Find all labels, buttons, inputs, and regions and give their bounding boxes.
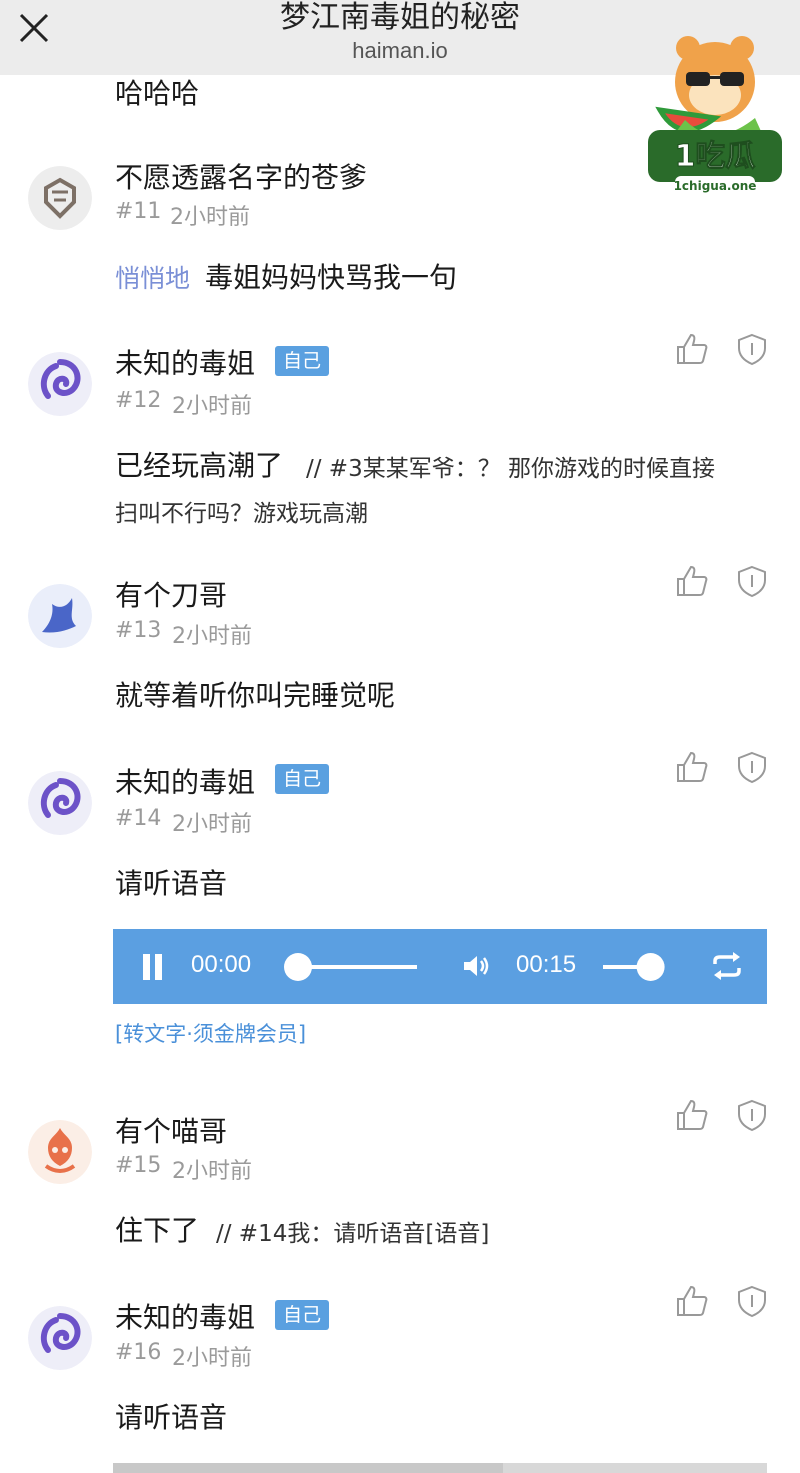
comment-time: 2小时前: [172, 1346, 252, 1371]
shield-icon[interactable]: [735, 1098, 769, 1132]
avatar[interactable]: [28, 771, 92, 835]
quoted-reply: // #3某某军爷：？ 那你游戏的时候直接: [306, 456, 716, 482]
comment-floor: #12: [115, 388, 162, 413]
audio-player: 00:00 00:15: [113, 929, 767, 1004]
comment-time: 2小时前: [170, 205, 250, 230]
self-badge: 自己: [275, 764, 330, 794]
avatar[interactable]: [28, 352, 92, 416]
avatar[interactable]: [28, 166, 92, 230]
username[interactable]: 未知的毒姐: [115, 342, 255, 382]
thumbs-up-icon[interactable]: [675, 750, 709, 784]
avatar[interactable]: [28, 1306, 92, 1370]
comment-text: 就等着听你叫完睡觉呢: [115, 679, 396, 712]
thumbs-up-icon[interactable]: [675, 1098, 709, 1132]
transcribe-link[interactable]: [转文字·须金牌会员]: [115, 1018, 306, 1048]
audio-current-time: 00:00: [191, 951, 252, 978]
comment-time: 2小时前: [172, 394, 252, 419]
watermark-brand: 1吃瓜: [675, 139, 756, 174]
comment-time: 2小时前: [172, 1159, 252, 1184]
thumbs-up-icon[interactable]: [675, 332, 709, 366]
comment-floor: #13: [115, 618, 162, 643]
audio-player-partial: [113, 1463, 767, 1473]
watermark-site: 1chigua.one: [674, 179, 757, 193]
audio-progress-slider[interactable]: [281, 951, 421, 983]
comment-text-prev: 哈哈哈: [115, 77, 200, 110]
comment-time: 2小时前: [172, 812, 252, 837]
username[interactable]: 有个刀哥: [115, 574, 227, 614]
volume-icon[interactable]: [462, 953, 492, 979]
watermark-logo: 1吃瓜 1chigua.one: [648, 36, 782, 194]
avatar[interactable]: [28, 584, 92, 648]
shield-icon[interactable]: [735, 1284, 769, 1318]
username[interactable]: 未知的毒姐: [115, 761, 255, 801]
volume-slider[interactable]: [601, 951, 671, 983]
repeat-icon[interactable]: [711, 951, 743, 981]
self-badge: 自己: [275, 1300, 330, 1330]
comment-text: 请听语音: [115, 867, 228, 900]
audio-duration: 00:15: [516, 951, 577, 978]
quoted-reply-cont: 扫叫不行吗？游戏玩高潮: [115, 501, 368, 527]
username[interactable]: 不愿透露名字的苍爹: [115, 156, 367, 196]
comment-time: 2小时前: [172, 624, 252, 649]
comment-text: 已经玩高潮了: [115, 449, 284, 482]
comment-floor: #15: [115, 1153, 162, 1178]
shield-icon[interactable]: [735, 750, 769, 784]
comment-text: 住下了: [115, 1214, 200, 1247]
comment-floor: #11: [115, 199, 162, 224]
comment-floor: #14: [115, 806, 162, 831]
comment-floor: #16: [115, 1340, 162, 1365]
username[interactable]: 有个喵哥: [115, 1110, 227, 1150]
comment-text: 请听语音: [115, 1401, 228, 1434]
shield-icon[interactable]: [735, 564, 769, 598]
pause-icon[interactable]: [141, 953, 165, 981]
quoted-reply: // #14我：请听语音[语音]: [216, 1221, 490, 1247]
thumbs-up-icon[interactable]: [675, 564, 709, 598]
self-badge: 自己: [275, 346, 330, 376]
thumbs-up-icon[interactable]: [675, 1284, 709, 1318]
shield-icon[interactable]: [735, 332, 769, 366]
avatar[interactable]: [28, 1120, 92, 1184]
comment-text: 毒姐妈妈快骂我一句: [205, 261, 458, 294]
username[interactable]: 未知的毒姐: [115, 1296, 255, 1336]
whisper-label: 悄悄地: [115, 264, 191, 293]
